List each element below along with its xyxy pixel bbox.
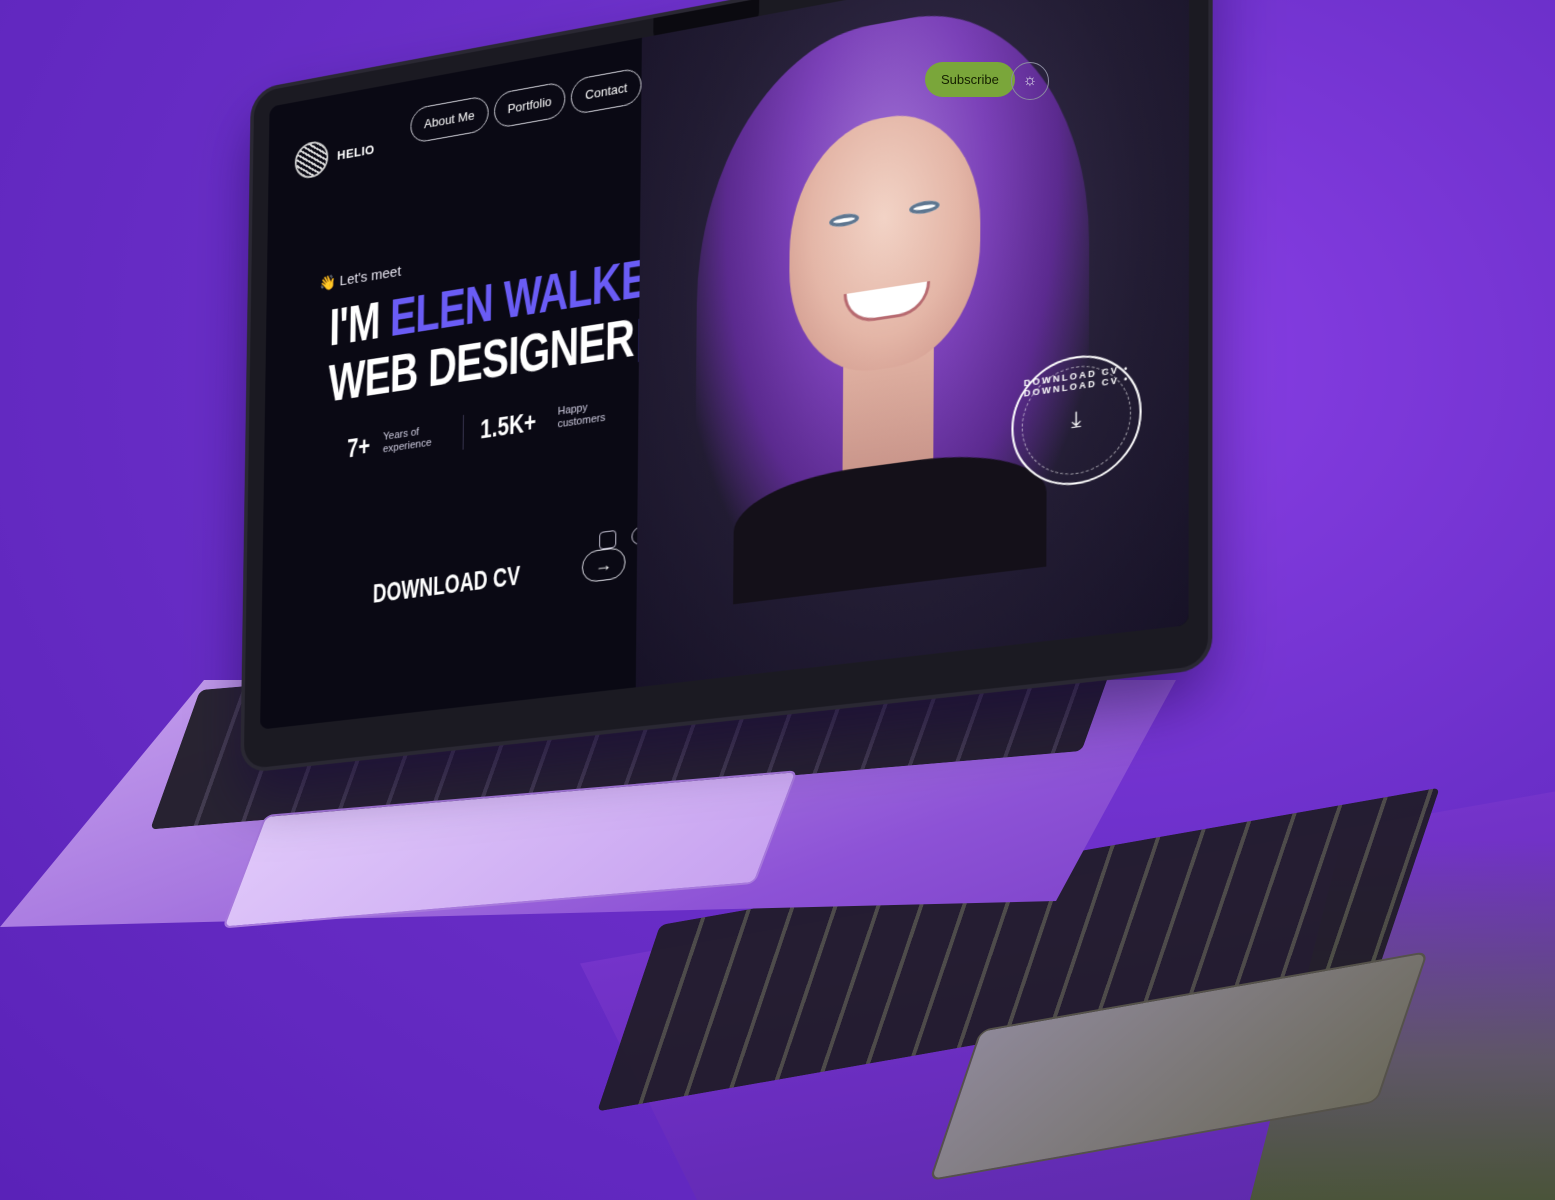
portrait-eye-left [829, 211, 860, 229]
header-actions: Subscribe ☼ [925, 62, 1055, 102]
portrait-smile [843, 281, 931, 326]
portrait-eye-right [909, 198, 940, 216]
stat-caption: Happy customers [557, 401, 606, 431]
stat-customers: 1.5K+ Happy customers [480, 394, 624, 446]
brand-name: HELIO [337, 141, 375, 163]
subscribe-button[interactable]: Subscribe [925, 62, 1015, 97]
brand[interactable]: HELIO [294, 131, 375, 181]
download-cv-label: DOWNLOAD CV [372, 559, 521, 609]
nav-contact[interactable]: Contact [571, 66, 642, 116]
laptop-screen-lid: HELIO About Me Portfolio Contact 👋 Let's… [243, 0, 1209, 770]
arrow-right-icon[interactable]: → [581, 546, 626, 584]
website-display: HELIO About Me Portfolio Contact 👋 Let's… [260, 0, 1190, 730]
nav-portfolio[interactable]: Portfolio [493, 80, 566, 130]
stat-caption: Years of experience [382, 426, 432, 456]
nav-about-me[interactable]: About Me [410, 94, 489, 145]
helio-logo-icon [294, 138, 329, 181]
stat-value: 7+ [346, 430, 371, 464]
download-cv-row[interactable]: DOWNLOAD CV → [373, 546, 626, 609]
main-nav: About Me Portfolio Contact [410, 66, 642, 145]
stat-experience: 7+ Years of experience [347, 419, 447, 464]
mockup-scene: HELIO About Me Portfolio Contact 👋 Let's… [0, 0, 1555, 1200]
hero-photo-pane: DOWNLOAD CV • DOWNLOAD CV • ⤓ [635, 0, 1190, 688]
stat-value: 1.5K+ [480, 406, 537, 445]
figma-icon[interactable] [599, 529, 617, 550]
sun-icon[interactable]: ☼ [1011, 62, 1049, 100]
hero-left-pane: HELIO About Me Portfolio Contact 👋 Let's… [260, 37, 682, 730]
stat-divider [462, 414, 464, 450]
